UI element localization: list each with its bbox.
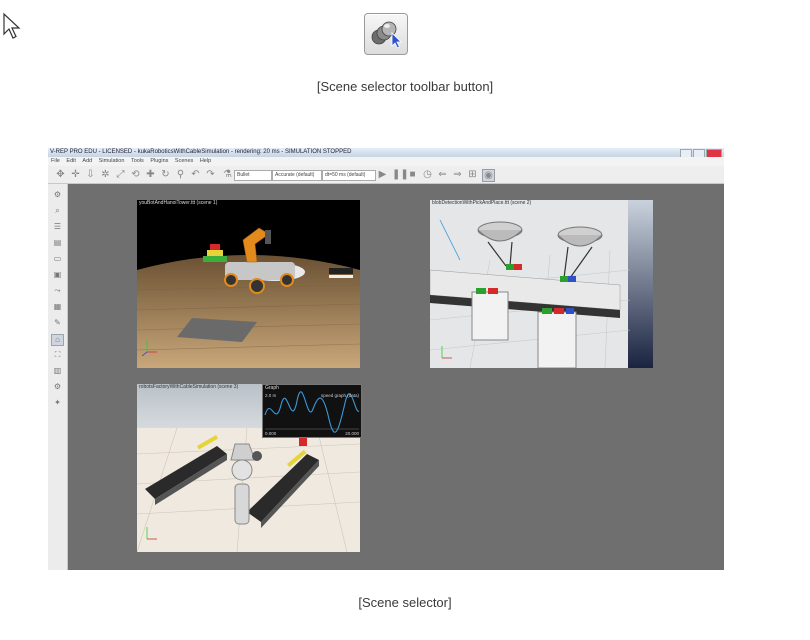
layers-icon[interactable]: ▤ [52, 238, 63, 248]
model-browser-icon[interactable]: ⚙ [52, 190, 63, 200]
graph-y-top: 2.0 m [265, 393, 277, 398]
page-icon[interactable]: ▭ [52, 254, 63, 264]
scene-selector-icon [371, 21, 402, 49]
scene-selector-caption: [Scene selector] [358, 595, 452, 610]
scene-3-label: robotsFactoryWithCableSimulation (scene … [139, 384, 239, 390]
scene-1-render [137, 200, 360, 368]
scene-selector-toolbar-button[interactable] [364, 13, 408, 55]
selection-icon[interactable]: ▣ [52, 270, 63, 280]
scene-1-label: youBotAndHanoiTower.ttt (scene 1) [139, 200, 218, 206]
fit-view-icon[interactable]: ⤢ [115, 169, 126, 180]
accuracy-select[interactable]: Accurate (default) [272, 170, 322, 181]
main-toolbar: ✥ ✛ ⇩ ✲ ⤢ ⟲ ✚ ↻ ⚲ ↶ ↷ ⚗ Bullet Accurate … [48, 166, 724, 184]
toolbar-button-caption: [Scene selector toolbar button] [316, 79, 494, 94]
app-titlebar: V-REP PRO EDU - LICENSED - kukaRoboticsW… [48, 148, 724, 157]
extra-icon[interactable]: ✦ [52, 398, 63, 408]
script-icon[interactable]: ✎ [52, 318, 63, 328]
close-button[interactable] [706, 149, 722, 157]
scene-2-label: blobDetectionWithPickAndPlace.ttt (scene… [432, 200, 532, 206]
left-sidebar: ⚙ ⌕ ☰ ▤ ▭ ▣ ⤳ ▦ ✎ ⌂ ⛶ ▥ ⚙ ✦ [48, 184, 68, 570]
redo-icon[interactable]: ↷ [205, 169, 216, 180]
scene-thumbnail-2[interactable]: blobDetectionWithPickAndPlace.ttt (scene… [430, 200, 653, 368]
menu-add[interactable]: Add [82, 158, 92, 164]
scene-selector-sidebar-icon[interactable]: ⌂ [51, 334, 64, 346]
collection-icon[interactable]: ⛶ [52, 350, 63, 360]
play-icon[interactable]: ▶ [377, 169, 388, 180]
maximize-button[interactable] [693, 149, 705, 157]
menubar: File Edit Add Simulation Tools Plugins S… [48, 157, 724, 166]
undo-icon[interactable]: ↶ [190, 169, 201, 180]
menu-edit[interactable]: Edit [66, 158, 75, 164]
realtime-icon[interactable]: ◷ [422, 169, 433, 180]
camera-angle-icon[interactable]: ⟲ [130, 169, 141, 180]
mouse-cursor-icon [3, 12, 21, 39]
move-icon[interactable]: ✛ [70, 169, 81, 180]
scene-hierarchy-icon[interactable]: ☰ [52, 222, 63, 232]
faster-icon[interactable]: ⇒ [452, 169, 463, 180]
scene-thumbnail-1[interactable]: youBotAndHanoiTower.ttt (scene 1) [137, 200, 360, 368]
user-settings-icon[interactable]: ⚙ [52, 382, 63, 392]
translate-icon[interactable]: ⇩ [85, 169, 96, 180]
graph-x-right: 20.000 [345, 431, 359, 436]
pan-icon[interactable]: ✥ [55, 169, 66, 180]
menu-scenes[interactable]: Scenes [175, 158, 193, 164]
menu-file[interactable]: File [51, 158, 60, 164]
calc-icon[interactable]: ▥ [52, 366, 63, 376]
dynamics-icon[interactable]: ⚗ [222, 169, 233, 180]
scene-2-render [430, 200, 653, 368]
physics-engine-select[interactable]: Bullet [234, 170, 272, 181]
menu-simulation[interactable]: Simulation [99, 158, 125, 164]
menu-help[interactable]: Help [200, 158, 211, 164]
shift-icon[interactable]: ✚ [145, 169, 156, 180]
minimize-button[interactable] [680, 149, 692, 157]
graph-title: Graph [265, 385, 279, 391]
object-rotate-icon[interactable]: ↻ [160, 169, 171, 180]
timestep-select[interactable]: dt=50 ms (default) [322, 170, 376, 181]
graph-view[interactable]: Graph 2.0 m speed graph (data) 0.000 20.… [262, 384, 362, 438]
scene-selector-screenshot: V-REP PRO EDU - LICENSED - kukaRoboticsW… [48, 148, 724, 570]
threaded-render-icon[interactable]: ⊞ [467, 169, 478, 180]
graph-legend: speed graph (data) [320, 393, 359, 398]
assembly-icon[interactable]: ⚲ [175, 169, 186, 180]
image-icon[interactable]: ▦ [52, 302, 63, 312]
slower-icon[interactable]: ⇐ [437, 169, 448, 180]
menu-tools[interactable]: Tools [131, 158, 144, 164]
pause-icon[interactable]: ❚❚ [392, 169, 409, 180]
menu-plugins[interactable]: Plugins [150, 158, 168, 164]
graph-x-left: 0.000 [265, 431, 277, 436]
rotate-icon[interactable]: ✲ [100, 169, 111, 180]
app-title: V-REP PRO EDU - LICENSED - kukaRoboticsW… [50, 149, 352, 155]
scene-selector-toolbar-icon[interactable]: ◉ [482, 169, 495, 182]
stop-icon[interactable]: ■ [407, 169, 418, 180]
zoom-icon[interactable]: ⌕ [52, 206, 63, 216]
path-icon[interactable]: ⤳ [52, 286, 63, 296]
